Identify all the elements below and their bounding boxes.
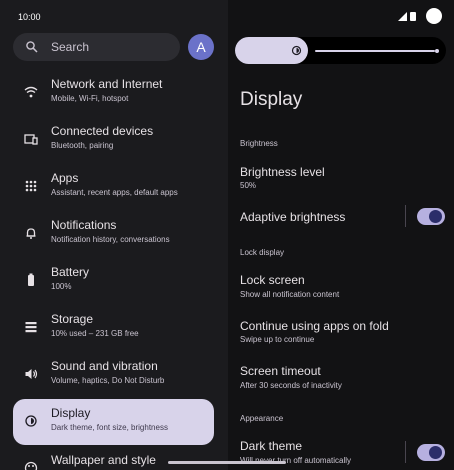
settings-nav-pane: 10:00 Search A Network and Internet Mobi… bbox=[0, 0, 228, 470]
nav-item-title: Network and Internet bbox=[51, 77, 163, 91]
battery-icon bbox=[28, 273, 34, 286]
nav-item-title: Display bbox=[51, 406, 91, 420]
search-icon bbox=[26, 41, 38, 53]
divider bbox=[405, 205, 406, 227]
brightness-slider-track bbox=[315, 50, 435, 52]
brightness-slider[interactable] bbox=[235, 37, 446, 64]
nav-item-subtitle: Bluetooth, pairing bbox=[51, 141, 114, 150]
nav-item-subtitle: Volume, haptics, Do Not Disturb bbox=[51, 376, 165, 385]
battery-status-icon bbox=[410, 12, 416, 21]
setting-title: Dark theme bbox=[240, 439, 303, 453]
nav-item-subtitle: Dark theme, font size, brightness bbox=[51, 423, 168, 432]
signal-icon bbox=[398, 12, 407, 21]
gesture-nav-handle[interactable] bbox=[168, 461, 286, 464]
brightness-icon bbox=[291, 45, 302, 56]
nav-item-network[interactable]: Network and Internet Mobile, Wi-Fi, hots… bbox=[13, 70, 214, 116]
nav-item-subtitle: 10% used – 231 GB free bbox=[51, 329, 139, 338]
setting-title: Screen timeout bbox=[240, 364, 321, 378]
display-settings-pane bbox=[228, 0, 454, 470]
nav-item-title: Sound and vibration bbox=[51, 359, 158, 373]
wifi-icon bbox=[24, 86, 38, 98]
brightness-icon bbox=[25, 415, 37, 427]
status-time: 10:00 bbox=[18, 12, 41, 22]
nav-item-subtitle: Notification history, conversations bbox=[51, 235, 170, 244]
setting-title: Adaptive brightness bbox=[240, 210, 346, 224]
setting-title: Continue using apps on fold bbox=[240, 319, 389, 333]
setting-title: Lock screen bbox=[240, 273, 305, 287]
nav-item-apps[interactable]: Apps Assistant, recent apps, default app… bbox=[13, 164, 214, 210]
section-header-appearance: Appearance bbox=[240, 414, 284, 423]
search-bar[interactable]: Search bbox=[13, 33, 180, 61]
brightness-slider-end-dot bbox=[435, 49, 439, 53]
nav-item-subtitle: Mobile, Wi-Fi, hotspot bbox=[51, 94, 129, 103]
divider bbox=[405, 441, 406, 463]
setting-subtitle: After 30 seconds of inactivity bbox=[240, 381, 342, 390]
nav-item-connected-devices[interactable]: Connected devices Bluetooth, pairing bbox=[13, 117, 214, 163]
devices-icon bbox=[24, 134, 38, 145]
camera-cutout bbox=[426, 8, 442, 24]
nav-item-sound[interactable]: Sound and vibration Volume, haptics, Do … bbox=[13, 352, 214, 398]
search-placeholder: Search bbox=[51, 40, 90, 54]
section-header-lock-display: Lock display bbox=[240, 248, 285, 257]
nav-item-title: Notifications bbox=[51, 218, 117, 232]
dark-theme-toggle[interactable] bbox=[417, 444, 445, 461]
nav-item-display[interactable]: Display Dark theme, font size, brightnes… bbox=[13, 399, 214, 445]
nav-item-title: Wallpaper and style bbox=[51, 453, 156, 467]
nav-item-subtitle: Assistant, recent apps, default apps bbox=[51, 188, 178, 197]
nav-item-title: Battery bbox=[51, 265, 90, 279]
bell-icon bbox=[26, 228, 36, 239]
setting-subtitle: 50% bbox=[240, 181, 257, 190]
storage-icon bbox=[25, 322, 37, 333]
palette-icon bbox=[24, 461, 38, 470]
page-title: Display bbox=[240, 89, 303, 110]
nav-item-storage[interactable]: Storage 10% used – 231 GB free bbox=[13, 305, 214, 351]
nav-item-battery[interactable]: Battery 100% bbox=[13, 258, 214, 304]
nav-item-wallpaper[interactable]: Wallpaper and style bbox=[13, 446, 214, 470]
nav-item-subtitle: 100% bbox=[51, 282, 72, 291]
nav-item-title: Storage bbox=[51, 312, 94, 326]
setting-subtitle: Show all notification content bbox=[240, 290, 340, 299]
adaptive-brightness-toggle[interactable] bbox=[417, 208, 445, 225]
section-header-brightness: Brightness bbox=[240, 139, 278, 148]
nav-item-title: Connected devices bbox=[51, 124, 154, 138]
toggle-knob bbox=[429, 446, 442, 459]
apps-grid-icon bbox=[25, 180, 37, 192]
toggle-knob bbox=[429, 210, 442, 223]
nav-item-notifications[interactable]: Notifications Notification history, conv… bbox=[13, 211, 214, 257]
setting-title: Brightness level bbox=[240, 165, 325, 179]
nav-item-title: Apps bbox=[51, 171, 79, 185]
speaker-icon bbox=[25, 369, 38, 379]
setting-subtitle: Swipe up to continue bbox=[240, 335, 315, 344]
avatar[interactable]: A bbox=[188, 34, 214, 60]
